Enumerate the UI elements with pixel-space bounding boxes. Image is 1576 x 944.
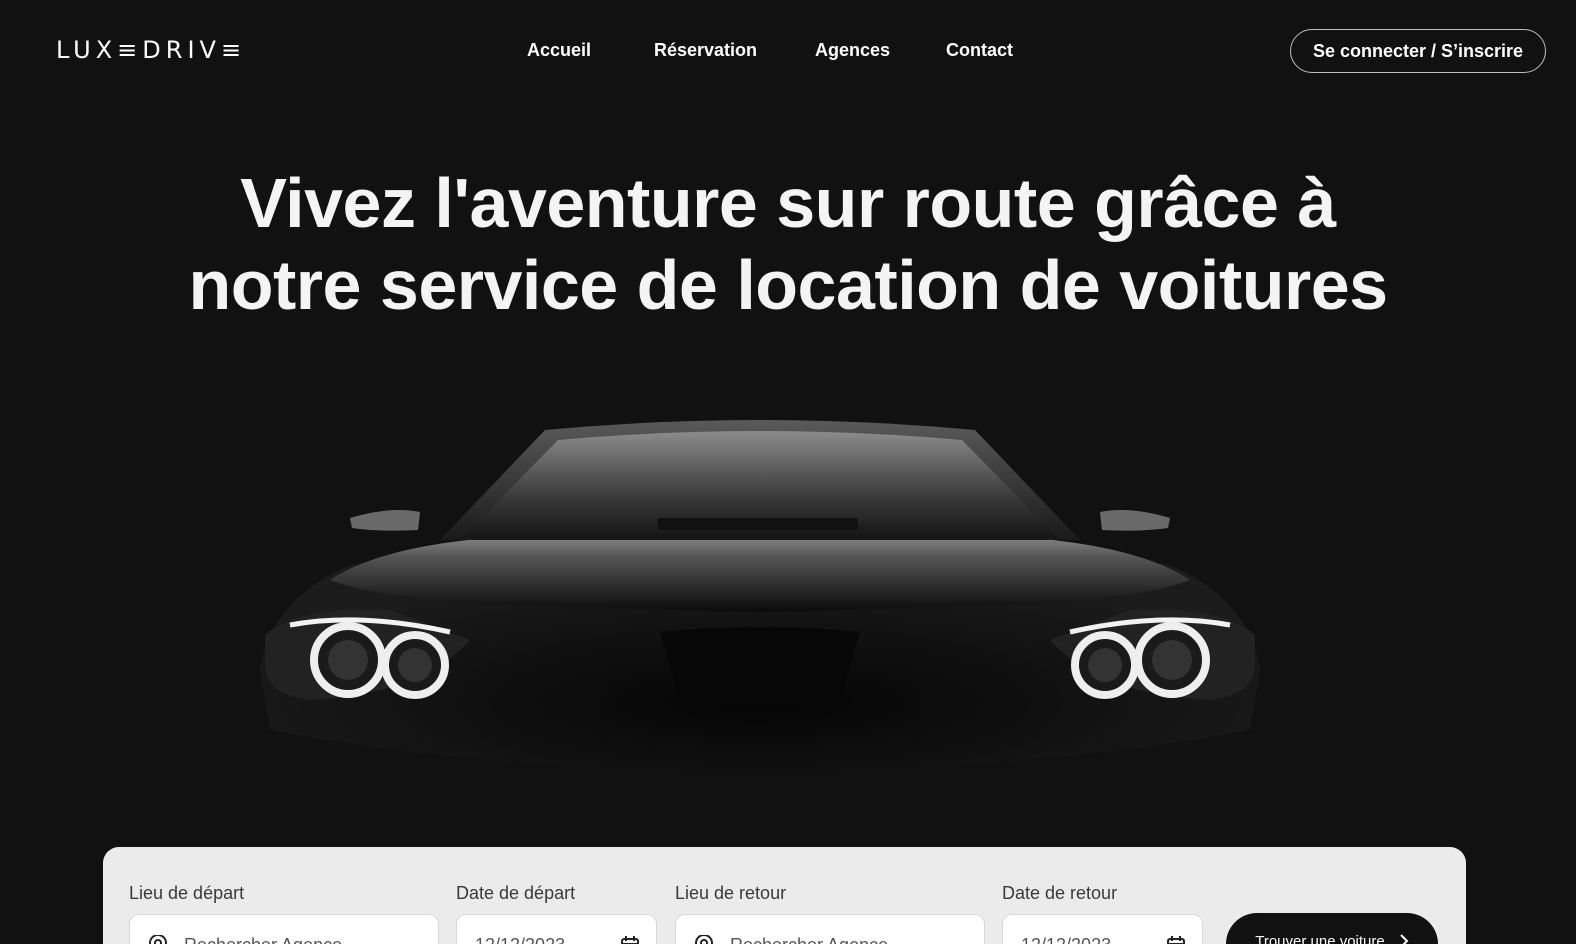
return-place-placeholder: Rechercher Agence	[730, 935, 888, 944]
hero-title: Vivez l'aventure sur route grâce à notre…	[0, 162, 1576, 326]
departure-date-input[interactable]: 12/12/2023	[456, 914, 657, 944]
find-car-button[interactable]: Trouver une voiture	[1226, 913, 1438, 944]
car-front-image	[260, 420, 1260, 772]
landing-page: LUX≡DRIV≡ Accueil Réservation Agences Co…	[0, 0, 1576, 944]
departure-place-label: Lieu de départ	[129, 883, 245, 903]
return-date-label: Date de retour	[1002, 883, 1118, 903]
departure-date-value: 12/12/2023	[475, 935, 565, 944]
departure-place-placeholder: Rechercher Agence	[184, 935, 342, 944]
return-date-input[interactable]: 12/12/2023	[1002, 914, 1203, 944]
departure-date-label: Date de départ	[456, 883, 576, 903]
login-signup-button[interactable]: Se connecter / S’inscrire	[1290, 29, 1546, 73]
return-date-value: 12/12/2023	[1021, 935, 1111, 944]
calendar-icon[interactable]	[620, 935, 640, 944]
hero-title-line-1: Vivez l'aventure sur route grâce à	[240, 164, 1336, 242]
booking-search-panel: Lieu de départ Rechercher Agence Date de…	[103, 847, 1466, 944]
map-pin-icon	[148, 934, 168, 944]
return-place-input[interactable]: Rechercher Agence	[675, 914, 985, 944]
find-car-label: Trouver une voiture	[1255, 933, 1385, 944]
nav-link-contact[interactable]: Contact	[946, 40, 1013, 61]
nav-link-reservation[interactable]: Réservation	[654, 40, 757, 61]
chevron-right-icon	[1399, 933, 1409, 944]
map-pin-icon	[694, 934, 714, 944]
nav-link-accueil[interactable]: Accueil	[527, 40, 591, 61]
hero-title-line-2: notre service de location de voitures	[188, 246, 1388, 324]
departure-place-input[interactable]: Rechercher Agence	[129, 914, 439, 944]
return-place-label: Lieu de retour	[675, 883, 787, 903]
nav-link-agences[interactable]: Agences	[815, 40, 890, 61]
calendar-icon[interactable]	[1166, 935, 1186, 944]
